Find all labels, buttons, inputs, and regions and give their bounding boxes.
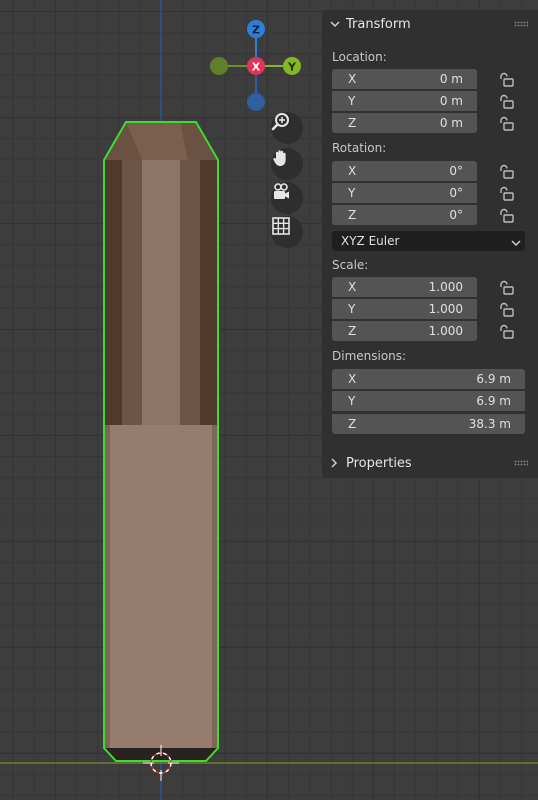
location-y-field[interactable]: Y 0 m [332, 91, 477, 111]
field-value: 1.000 [428, 302, 463, 316]
axis-label: Z [348, 324, 357, 338]
scale-x-field[interactable]: X 1.000 [332, 277, 477, 297]
lock-icon[interactable] [498, 208, 514, 224]
field-value: 6.9 m [476, 372, 511, 386]
rotation-x-field[interactable]: X 0° [332, 161, 477, 181]
navigation-gizmo[interactable]: Z Y X [210, 20, 301, 111]
axis-label: Z [348, 116, 357, 130]
lock-icon[interactable] [498, 94, 514, 110]
zoom-button[interactable] [271, 112, 303, 144]
field-value: 0 m [439, 72, 463, 86]
field-value: 0 m [439, 116, 463, 130]
drag-grip-icon[interactable] [514, 460, 528, 466]
field-value: 38.3 m [468, 417, 511, 431]
scale-label: Scale: [332, 258, 369, 272]
field-value: 0 m [439, 94, 463, 108]
field-value: 0° [449, 186, 463, 200]
sidebar-n-panel: Transform Location: X 0 m Y 0 m Z 0 m Ro… [322, 10, 538, 478]
field-value: 0° [449, 164, 463, 178]
axis-label: Z [348, 208, 357, 222]
axis-label: Y [348, 94, 356, 108]
chevron-right-icon [330, 458, 342, 468]
field-value: 6.9 m [476, 394, 511, 408]
gizmo-z-label: Z [252, 24, 260, 37]
lock-icon[interactable] [498, 302, 514, 318]
lock-icon[interactable] [498, 186, 514, 202]
lock-icon[interactable] [498, 116, 514, 132]
chevron-down-icon [511, 236, 521, 250]
axis-label: Y [348, 394, 356, 408]
lock-icon[interactable] [498, 280, 514, 296]
gizmo-x-label: X [252, 61, 261, 74]
axis-label: Y [348, 186, 356, 200]
drag-grip-icon[interactable] [514, 21, 528, 27]
location-x-field[interactable]: X 0 m [332, 69, 477, 89]
transform-panel-title: Transform [346, 16, 411, 32]
lock-icon[interactable] [498, 72, 514, 88]
selected-object[interactable] [103, 121, 219, 762]
lock-icon[interactable] [498, 324, 514, 340]
location-label: Location: [332, 50, 387, 64]
rotation-label: Rotation: [332, 141, 387, 155]
rotation-mode-value: XYZ Euler [341, 234, 400, 248]
lock-icon[interactable] [498, 164, 514, 180]
axis-label: X [348, 72, 357, 86]
hand-pan-icon [273, 150, 286, 166]
dimensions-z-field[interactable]: Z 38.3 m [332, 414, 525, 434]
scale-y-field[interactable]: Y 1.000 [332, 299, 477, 319]
axis-label: Y [348, 302, 356, 316]
chevron-down-icon [330, 20, 342, 28]
perspective-toggle-button[interactable] [271, 216, 303, 248]
zoom-icon [271, 113, 289, 131]
rotation-y-field[interactable]: Y 0° [332, 183, 477, 203]
grid-icon [272, 217, 290, 235]
gizmo-y-label: Y [287, 61, 297, 74]
dimensions-label: Dimensions: [332, 349, 407, 363]
axis-label: X [348, 280, 357, 294]
field-value: 0° [449, 208, 463, 222]
field-value: 1.000 [428, 280, 463, 294]
gizmo-neg-y[interactable] [210, 57, 228, 75]
location-z-field[interactable]: Z 0 m [332, 113, 477, 133]
pan-button[interactable] [271, 148, 303, 180]
field-value: 1.000 [428, 324, 463, 338]
dimensions-y-field[interactable]: Y 6.9 m [332, 391, 525, 411]
scale-z-field[interactable]: Z 1.000 [332, 321, 477, 341]
camera-icon [274, 183, 289, 199]
dimensions-x-field[interactable]: X 6.9 m [332, 369, 525, 389]
transform-panel-header[interactable]: Transform [322, 10, 538, 38]
axis-label: X [348, 372, 357, 386]
properties-panel-title: Properties [346, 455, 412, 471]
camera-view-button[interactable] [271, 182, 303, 214]
gizmo-neg-z[interactable] [247, 93, 265, 111]
properties-panel-header[interactable]: Properties [322, 449, 538, 477]
rotation-mode-dropdown[interactable]: XYZ Euler [332, 231, 525, 251]
rotation-z-field[interactable]: Z 0° [332, 205, 477, 225]
axis-label: X [348, 164, 357, 178]
axis-label: Z [348, 417, 357, 431]
